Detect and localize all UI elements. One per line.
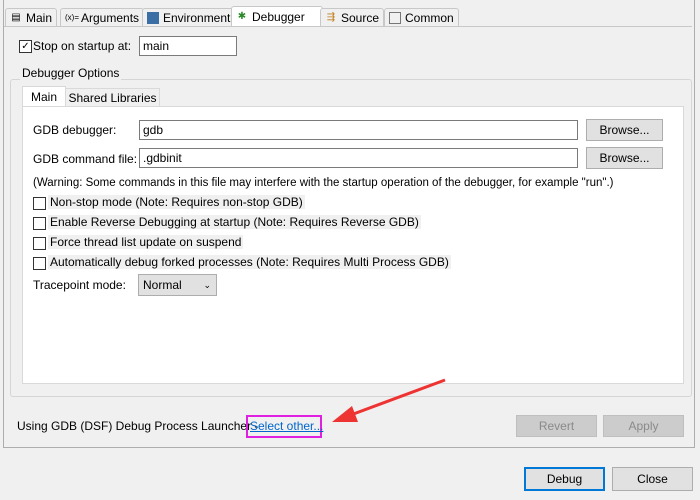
checkbox[interactable] bbox=[33, 197, 46, 210]
arguments-icon: (x)= bbox=[65, 13, 79, 22]
chevron-down-icon: ⌄ bbox=[203, 280, 211, 290]
gdb-command-file-label: GDB command file: bbox=[33, 152, 138, 166]
gdb-command-file-input[interactable]: .gdbinit bbox=[139, 148, 578, 168]
tab-arguments[interactable]: (x)= Arguments bbox=[60, 8, 145, 27]
tab-environment[interactable]: Environment bbox=[142, 8, 236, 27]
close-button[interactable]: Close bbox=[612, 467, 693, 491]
launcher-text: Using GDB (DSF) Debug Process Launcher - bbox=[17, 419, 259, 433]
revert-button[interactable]: Revert bbox=[516, 415, 597, 437]
stop-on-startup-label: Stop on startup at: bbox=[33, 39, 132, 53]
file-icon: ▤ bbox=[11, 12, 21, 23]
debug-button[interactable]: Debug bbox=[524, 467, 605, 491]
tab-main[interactable]: ▤ Main bbox=[5, 8, 58, 27]
source-icon: ⇶ bbox=[326, 12, 336, 23]
inner-tab-shared-libraries[interactable]: Shared Libraries bbox=[65, 88, 160, 107]
stop-on-startup-input[interactable]: main bbox=[139, 36, 237, 56]
common-icon bbox=[389, 12, 401, 24]
checkbox[interactable] bbox=[33, 217, 46, 230]
environment-icon bbox=[147, 12, 159, 24]
bug-icon: ✱ bbox=[237, 11, 247, 22]
select-other-link[interactable]: Select other... bbox=[250, 419, 323, 433]
tracepoint-mode-label: Tracepoint mode: bbox=[33, 278, 126, 292]
tab-debugger[interactable]: ✱ Debugger bbox=[231, 6, 323, 27]
tab-source[interactable]: ⇶ Source bbox=[320, 8, 385, 27]
warning-text: (Warning: Some commands in this file may… bbox=[33, 177, 614, 189]
apply-button[interactable]: Apply bbox=[603, 415, 684, 437]
checkbox[interactable] bbox=[33, 237, 46, 250]
gdb-debugger-input[interactable]: gdb bbox=[139, 120, 578, 140]
red-arrow-annotation bbox=[332, 378, 446, 422]
debugger-options-title: Debugger Options bbox=[20, 66, 122, 80]
browse-gdb-debugger-button[interactable]: Browse... bbox=[586, 119, 663, 141]
tab-common[interactable]: Common bbox=[384, 8, 459, 27]
stop-on-startup-checkbox[interactable]: ✓ bbox=[19, 40, 32, 53]
browse-gdb-command-file-button[interactable]: Browse... bbox=[586, 147, 663, 169]
gdb-debugger-label: GDB debugger: bbox=[33, 123, 117, 137]
tracepoint-mode-select[interactable]: Normal ⌄ bbox=[138, 274, 217, 296]
checkbox[interactable] bbox=[33, 257, 46, 270]
inner-tab-main[interactable]: Main bbox=[22, 86, 66, 108]
